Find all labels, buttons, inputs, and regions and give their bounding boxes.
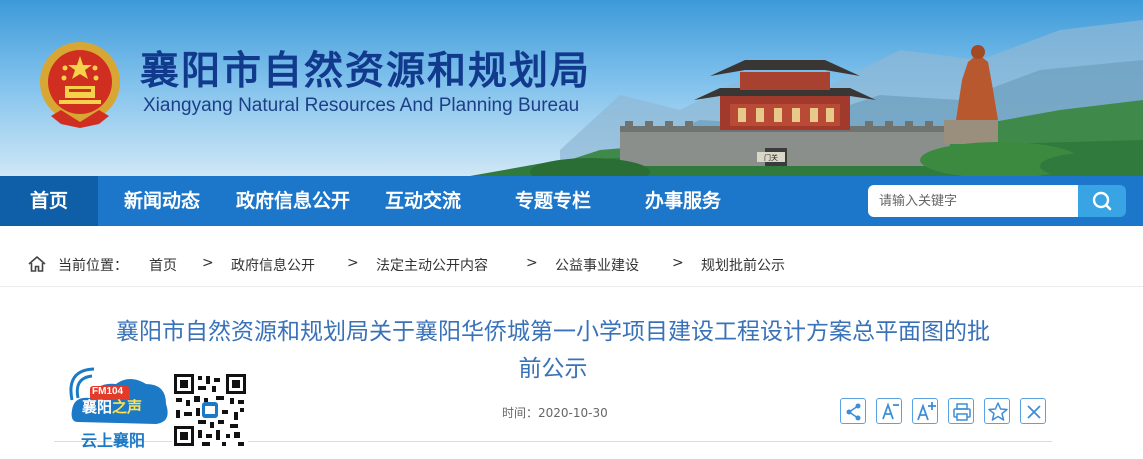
font-increase-button[interactable] <box>912 398 938 424</box>
breadcrumb-prefix: 当前位置： <box>58 258 128 274</box>
article-title-line-1: 襄阳市自然资源和规划局关于襄阳华侨城第一小学项目建设工程设计方案总平面图的批 <box>116 319 990 345</box>
share-button[interactable] <box>840 398 866 424</box>
search-button[interactable] <box>1078 185 1126 217</box>
breadcrumb: 当前位置： 首页 > 政府信息公开 > 法定主动公开内容 > 公益事业建设 > … <box>0 245 1143 285</box>
breadcrumb-separator: > <box>202 255 214 271</box>
breadcrumb-separator: > <box>526 255 538 271</box>
font-decrease-icon <box>882 402 899 420</box>
gate-plaque: 门关 <box>764 153 778 162</box>
breadcrumb-separator: > <box>672 255 684 271</box>
breadcrumb-separator: > <box>347 255 359 271</box>
print-icon <box>953 403 971 421</box>
font-decrease-button[interactable] <box>876 398 902 424</box>
site-title: 襄阳市自然资源和规划局 <box>140 49 592 94</box>
breadcrumb-item-home[interactable]: 首页 <box>149 255 177 275</box>
breadcrumb-item-pre-approval[interactable]: 规划批前公示 <box>701 255 785 275</box>
publish-time-label: 时间： <box>502 406 539 420</box>
header-banner: 门关 襄阳市自然资源和规划局 Xiangyang Natural Resourc… <box>0 0 1143 176</box>
close-icon <box>1027 405 1041 419</box>
breadcrumb-item-statutory-disclosure[interactable]: 法定主动公开内容 <box>376 255 488 275</box>
radio-name: 襄阳之声 <box>82 396 142 417</box>
nav-item-gov-info[interactable]: 政府信息公开 <box>226 176 360 226</box>
nav-item-special-topics[interactable]: 专题专栏 <box>500 176 606 226</box>
breadcrumb-divider <box>0 286 1143 287</box>
print-button[interactable] <box>948 398 974 424</box>
nav-item-news[interactable]: 新闻动态 <box>108 176 216 226</box>
search-icon <box>1092 191 1112 211</box>
nav-item-home[interactable]: 首页 <box>0 176 98 226</box>
font-increase-icon <box>917 402 936 421</box>
radio-name-part-a: 襄阳 <box>82 398 113 416</box>
radio-name-part-b: 之声 <box>112 398 143 416</box>
favorite-button[interactable] <box>984 398 1010 424</box>
share-icon <box>846 403 861 421</box>
close-button[interactable] <box>1020 398 1046 424</box>
publish-time-value: 2020-10-30 <box>538 406 608 420</box>
breadcrumb-item-public-welfare[interactable]: 公益事业建设 <box>555 255 639 275</box>
national-emblem-icon <box>40 42 120 128</box>
favorite-icon <box>988 402 1008 421</box>
breadcrumb-item-gov-info[interactable]: 政府信息公开 <box>231 255 315 275</box>
radio-subtitle: 云上襄阳 <box>81 431 146 450</box>
publish-time: 时间：2020-10-30 <box>502 404 608 421</box>
nav-item-interaction[interactable]: 互动交流 <box>370 176 476 226</box>
search-input[interactable] <box>868 185 1078 217</box>
qr-code <box>172 372 248 448</box>
site-title-english: Xiangyang Natural Resources And Planning… <box>143 95 580 116</box>
nav-item-services[interactable]: 办事服务 <box>630 176 736 226</box>
